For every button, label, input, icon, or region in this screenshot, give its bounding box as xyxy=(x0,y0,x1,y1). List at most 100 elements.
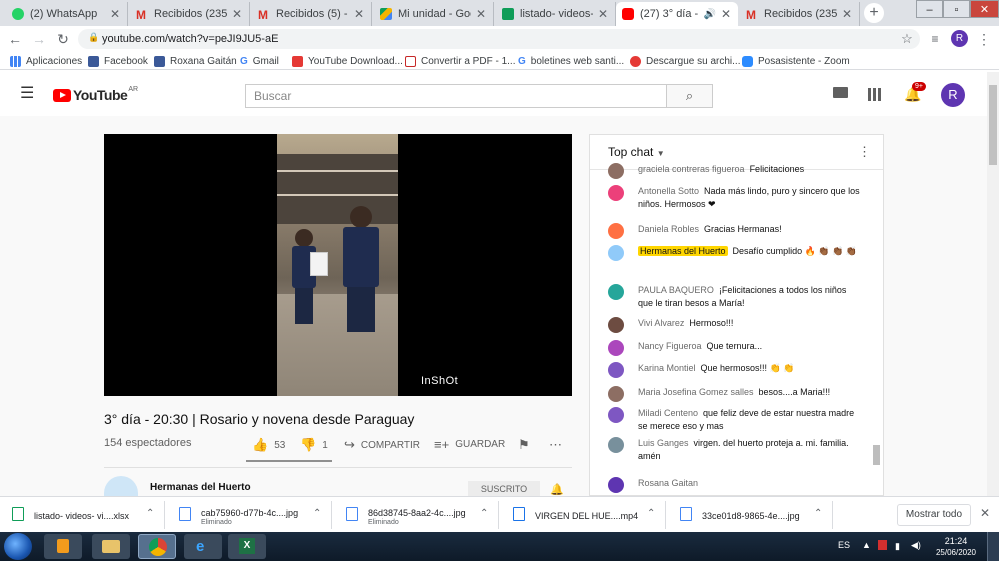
tab-whatsapp[interactable]: (2) WhatsApp ✕ xyxy=(6,2,128,26)
taskbar-chrome[interactable] xyxy=(138,534,176,559)
menu-dots-icon[interactable]: ⋮ xyxy=(975,30,993,48)
chat-menu-icon[interactable]: ⋮ xyxy=(858,144,871,160)
chevron-up-icon[interactable]: ⌃ xyxy=(146,508,154,519)
media-control-icon[interactable]: ≡ xyxy=(926,30,944,48)
video-background-shelf xyxy=(277,154,398,224)
bookmark-apps[interactable]: Aplicaciones xyxy=(10,54,82,68)
chat-avatar xyxy=(608,362,624,378)
close-icon[interactable]: ✕ xyxy=(353,7,365,21)
taskbar-ie[interactable]: e xyxy=(184,534,222,559)
chat-mode-dropdown[interactable]: Top chat ▼ xyxy=(608,145,665,159)
show-desktop-button[interactable] xyxy=(987,532,999,561)
gmail-icon: M xyxy=(746,8,756,22)
show-all-downloads-button[interactable]: Mostrar todo xyxy=(897,504,971,526)
bookmark-boletines[interactable]: Gboletines web santi... xyxy=(518,54,624,68)
create-video-icon[interactable] xyxy=(833,87,848,98)
tab-gmail-3[interactable]: M Recibidos (235) - ro ✕ xyxy=(740,2,860,26)
like-button[interactable]: 👍 53 xyxy=(252,437,285,453)
close-downloads-icon[interactable]: ✕ xyxy=(980,506,990,520)
profile-avatar[interactable]: R xyxy=(951,30,968,47)
tray-expand-icon[interactable]: ▲ xyxy=(862,540,871,550)
windows-taskbar: e X ES ▲ ▮ ◀) 21:24 25/06/2020 xyxy=(0,532,999,561)
download-item[interactable]: 86d38745-8aa2-4c....jpg Eliminado ⌃ xyxy=(334,501,499,529)
volume-icon[interactable]: ◀) xyxy=(911,540,921,551)
more-actions-button[interactable]: ⋯ xyxy=(549,437,568,453)
bookmark-descargue[interactable]: Descargue su archi... xyxy=(630,54,741,68)
minimize-button[interactable]: – xyxy=(916,0,943,18)
chat-avatar xyxy=(608,317,624,333)
bookmark-facebook[interactable]: Facebook xyxy=(88,54,148,68)
download-item[interactable]: 33ce01d8-9865-4e....jpg ⌃ xyxy=(668,501,833,529)
share-button[interactable]: ↪ COMPARTIR xyxy=(344,437,420,453)
chat-avatar xyxy=(608,437,624,453)
tab-gmail-2[interactable]: M Recibidos (5) - ega ✕ xyxy=(252,2,372,26)
back-icon[interactable]: ← xyxy=(6,30,24,48)
close-icon[interactable]: ✕ xyxy=(597,7,609,21)
notification-count-badge: 9+ xyxy=(912,82,926,91)
close-icon[interactable]: ✕ xyxy=(475,7,487,21)
youtube-play-icon xyxy=(53,88,71,102)
network-icon[interactable]: ▮ xyxy=(895,541,900,552)
chevron-up-icon[interactable]: ⌃ xyxy=(480,508,488,519)
bell-icon[interactable]: 🔔 xyxy=(550,483,564,496)
chat-scrollbar-thumb[interactable] xyxy=(873,445,880,465)
close-icon[interactable]: ✕ xyxy=(231,7,243,21)
new-tab-button[interactable]: + xyxy=(864,3,884,23)
close-icon[interactable]: ✕ xyxy=(841,7,853,21)
internet-explorer-icon: e xyxy=(196,538,205,555)
download-item[interactable]: VIRGEN DEL HUE....mp4 ⌃ xyxy=(501,501,666,529)
chevron-up-icon[interactable]: ⌃ xyxy=(647,508,655,519)
report-button[interactable]: ⚑ xyxy=(518,437,536,453)
reload-icon[interactable]: ↻ xyxy=(54,30,72,48)
page-scrollbar-thumb[interactable] xyxy=(989,85,997,165)
youtube-logo[interactable]: YouTube AR xyxy=(53,86,138,103)
close-icon[interactable]: ✕ xyxy=(109,7,121,21)
tab-sheets[interactable]: listado- videos- vig ✕ xyxy=(496,2,616,26)
chat-message: Vivi Alvarez Hermoso!!! xyxy=(608,317,863,333)
search-button[interactable]: ⌕ xyxy=(666,84,713,108)
tab-youtube-active[interactable]: (27) 3° día - 20 🔊 ✕ xyxy=(616,2,738,26)
clock-date[interactable]: 25/06/2020 xyxy=(932,548,980,557)
dislike-button[interactable]: 👎 1 xyxy=(300,437,328,453)
bookmark-gmail[interactable]: G Gmail xyxy=(240,54,279,68)
tab-drive[interactable]: Mi unidad - Google ✕ xyxy=(374,2,494,26)
speaker-icon[interactable]: 🔊 xyxy=(704,9,716,20)
user-avatar[interactable]: R xyxy=(941,83,965,107)
channel-name[interactable]: Hermanas del Huerto xyxy=(150,482,251,493)
save-button[interactable]: ≡+ GUARDAR xyxy=(434,437,505,452)
maximize-button[interactable]: ▫ xyxy=(943,0,970,18)
taskbar-excel[interactable]: X xyxy=(228,534,266,559)
caret-down-icon: ▼ xyxy=(656,149,665,158)
subscribe-button[interactable]: SUSCRITO xyxy=(468,481,540,496)
address-bar[interactable]: youtube.com/watch?v=peJI9JU5-aE xyxy=(78,29,920,49)
search-input[interactable]: Buscar xyxy=(245,84,667,108)
start-button[interactable] xyxy=(4,533,32,560)
chevron-up-icon[interactable]: ⌃ xyxy=(313,508,321,519)
chevron-up-icon[interactable]: ⌃ xyxy=(814,508,822,519)
bookmark-pdf[interactable]: Convertir a PDF - 1... xyxy=(405,54,515,68)
language-indicator[interactable]: ES xyxy=(838,540,850,550)
close-window-button[interactable]: ✕ xyxy=(970,0,999,18)
divider xyxy=(104,467,572,468)
chat-message: Miladi Centeno que feliz deve de estar nu… xyxy=(608,407,863,433)
channel-avatar[interactable] xyxy=(104,476,138,496)
bookmark-zoom[interactable]: Posasistente - Zoom xyxy=(742,54,850,68)
apps-grid-icon[interactable] xyxy=(868,88,881,101)
download-item[interactable]: cab75960-d77b-4c....jpg Eliminado ⌃ xyxy=(167,501,332,529)
bookmark-roxana[interactable]: Roxana Gaitán xyxy=(154,54,237,68)
hamburger-menu-icon[interactable]: ☰ xyxy=(20,86,34,102)
excel-file-icon xyxy=(12,507,24,521)
chat-avatar xyxy=(608,407,624,423)
star-icon[interactable]: ☆ xyxy=(898,30,916,48)
taskbar-explorer[interactable] xyxy=(92,534,130,559)
search-icon: ⌕ xyxy=(685,88,694,103)
taskbar-media-player[interactable] xyxy=(44,534,82,559)
tray-security-icon[interactable] xyxy=(878,540,887,550)
download-item[interactable]: listado- videos- vi....xlsx ⌃ xyxy=(0,501,165,529)
close-icon[interactable]: ✕ xyxy=(720,7,732,21)
video-frame[interactable] xyxy=(277,134,398,396)
clock-time[interactable]: 21:24 xyxy=(936,536,976,546)
forward-icon[interactable]: → xyxy=(30,30,48,48)
tab-gmail-1[interactable]: M Recibidos (235) - ro ✕ xyxy=(130,2,250,26)
bookmark-youtube-download[interactable]: YouTube Download... xyxy=(292,54,403,68)
